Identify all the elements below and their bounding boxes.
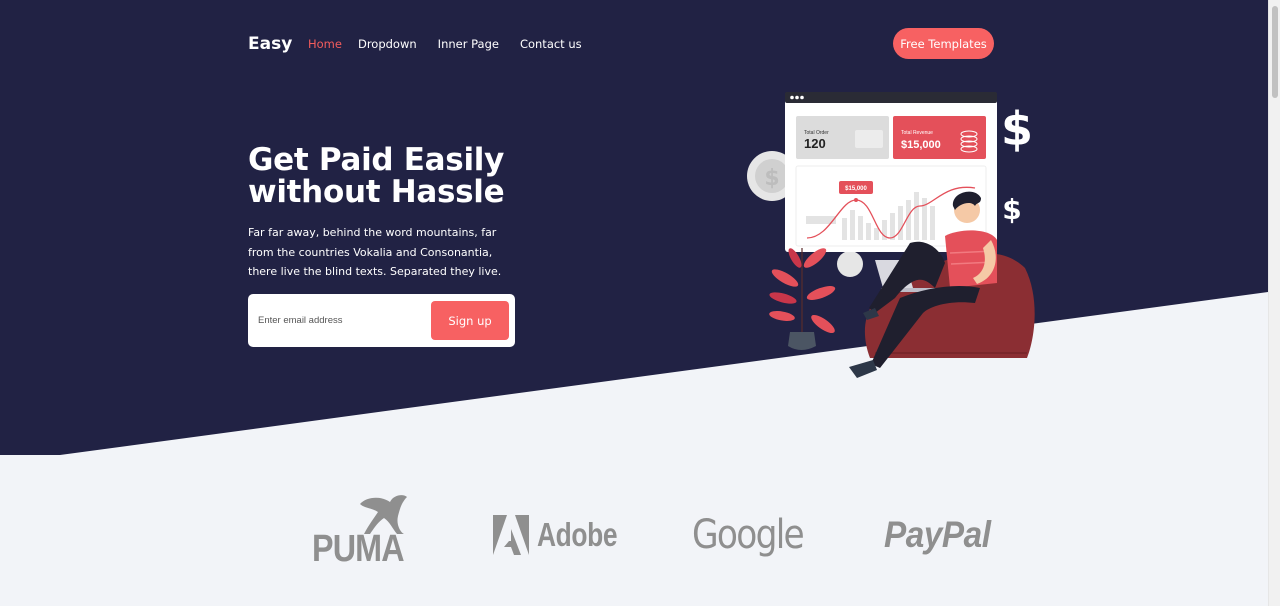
brand-logos-row: PUMA Adobe Google PayPal [300,490,1000,570]
adobe-wordmark: Adobe [537,516,618,553]
headline-line-2: without Hassle [248,174,505,210]
signup-form: Sign up [248,294,515,347]
dollar-icon-small: $ [1002,193,1021,226]
puma-wordmark: PUMA [312,528,405,570]
nav-link-home[interactable]: Home [308,37,342,51]
nav-link-dropdown[interactable]: Dropdown [358,37,417,51]
hero-headline: Get Paid Easily without Hassle [248,144,568,208]
sign-up-button[interactable]: Sign up [431,301,509,340]
paypal-logo: PayPal [884,514,991,555]
total-revenue-card [893,116,986,159]
google-logo: Google [692,512,805,558]
nav-link-inner-page[interactable]: Inner Page [438,37,499,51]
nav-link-contact[interactable]: Contact us [520,37,582,51]
total-order-value: 120 [804,136,826,151]
hero-illustration: $ $ $ Total Order 120 Total Revenue $15,… [747,92,1035,378]
site-logo[interactable]: Easy [248,34,292,54]
headline-line-1: Get Paid Easily [248,142,505,178]
top-navbar: Easy Home Dropdown Inner Page Contact us… [248,28,994,60]
total-revenue-value: $15,000 [901,139,941,151]
hero-subtext: Far far away, behind the word mountains,… [248,226,502,278]
plant-illustration [769,248,836,350]
page-scrollbar[interactable] [1268,0,1280,606]
email-input[interactable] [258,307,428,333]
hero-diagonal-divider [60,292,1268,455]
nav-links: Home Dropdown Inner Page Contact us [308,37,582,51]
scrollbar-thumb[interactable] [1272,6,1278,98]
free-templates-button[interactable]: Free Templates [893,28,994,59]
adobe-a-icon [493,515,529,555]
total-revenue-label: Total Revenue [901,130,933,136]
adobe-logo: Adobe [493,515,637,555]
chart-tooltip-text: $15,000 [845,186,867,192]
small-coin-icon [837,251,863,277]
dashboard-window: Total Order 120 Total Revenue $15,000 $1… [785,92,997,252]
dollar-icon-large: $ [1001,102,1033,156]
coin-dollar-text: $ [764,166,779,191]
